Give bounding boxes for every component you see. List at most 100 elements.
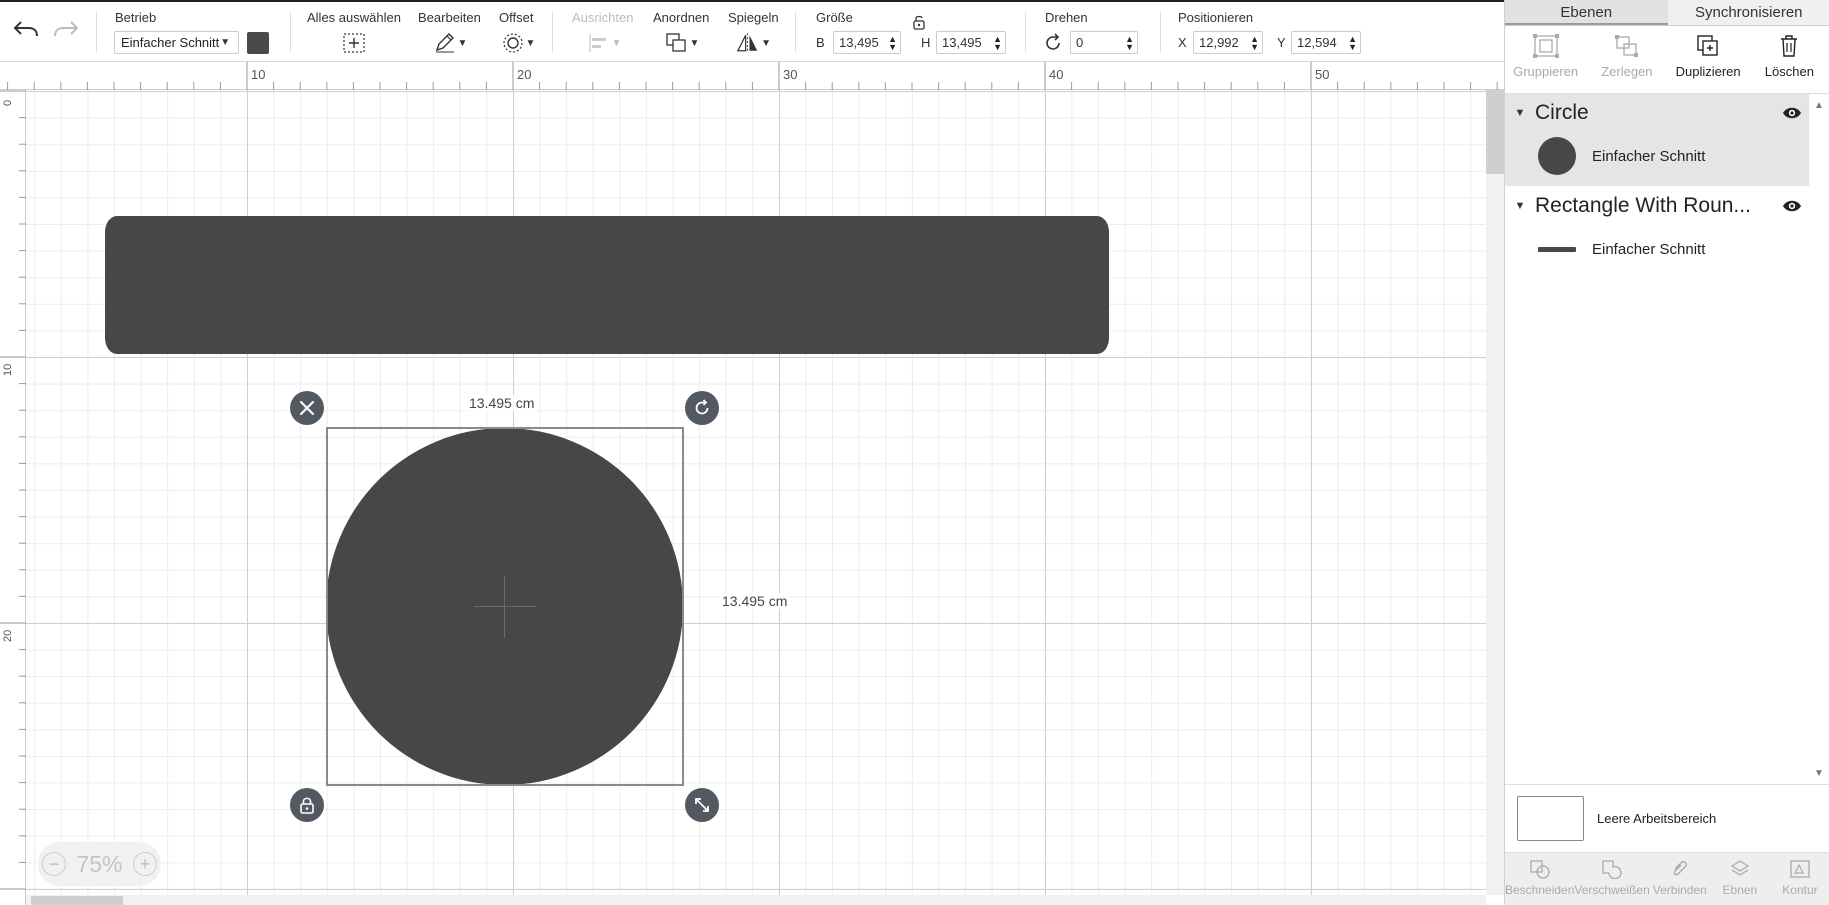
visibility-eye-icon[interactable] <box>1775 106 1809 120</box>
panel-tabs: Ebenen Synchronisieren <box>1505 0 1829 26</box>
offset-icon <box>502 33 523 53</box>
blank-canvas-label: Leere Arbeitsbereich <box>1597 811 1717 826</box>
horizontal-scrollbar[interactable] <box>26 895 1486 905</box>
flatten-icon <box>1730 860 1750 876</box>
ungroup-button[interactable]: Zerlegen <box>1586 26 1667 93</box>
tab-layers[interactable]: Ebenen <box>1505 0 1668 25</box>
color-swatch[interactable] <box>247 32 269 54</box>
size-lock-icon[interactable] <box>912 14 926 35</box>
group-icon <box>1532 34 1559 58</box>
layer-item-label: Einfacher Schnitt <box>1592 240 1706 258</box>
rotate-input[interactable]: 0 ▲ ▼ <box>1070 31 1138 54</box>
ungroup-label: Zerlegen <box>1601 64 1653 79</box>
y-stepper[interactable]: ▲ ▼ <box>1348 35 1357 52</box>
weld-button[interactable]: Verschweißen <box>1574 853 1650 905</box>
layer-header-circle[interactable]: ▼ Circle <box>1505 94 1809 132</box>
chevron-down-icon: ▼ <box>457 37 468 49</box>
flip-icon <box>736 33 758 53</box>
vertical-scrollbar[interactable] <box>1486 90 1504 895</box>
group-button[interactable]: Gruppieren <box>1505 26 1586 93</box>
ruler-top: 10 20 30 40 50 <box>0 62 1504 90</box>
contour-icon <box>1790 860 1810 878</box>
operation-value: Einfacher Schnitt <box>121 35 220 50</box>
zoom-in-button[interactable]: + <box>132 852 157 876</box>
scroll-up-icon[interactable]: ▲ <box>1814 100 1824 111</box>
tab-sync[interactable]: Synchronisieren <box>1668 0 1829 25</box>
resize-handle[interactable] <box>685 788 719 822</box>
scroll-down-icon[interactable]: ▼ <box>1814 768 1824 779</box>
chevron-down-icon: ▼ <box>525 37 536 49</box>
slice-label: Beschneiden <box>1505 883 1575 897</box>
horizontal-scroll-thumb[interactable] <box>31 896 123 905</box>
edit-button[interactable]: ▼ <box>432 30 468 56</box>
height-letter: H <box>921 35 931 50</box>
edit-pencil-icon <box>435 33 454 53</box>
layer-item-circle[interactable]: Einfacher Schnitt <box>1505 134 1809 178</box>
layer-title: Circle <box>1535 101 1589 124</box>
lock-icon <box>300 797 314 814</box>
zoom-level: 75% <box>76 850 123 877</box>
y-input[interactable]: 12,594 ▲ ▼ <box>1291 31 1361 54</box>
rounded-rectangle-shape[interactable] <box>105 216 1109 354</box>
vertical-scroll-thumb[interactable] <box>1486 90 1504 174</box>
rotate-label: Drehen <box>1045 10 1088 25</box>
x-value: 12,992 <box>1199 35 1239 50</box>
duplicate-button[interactable]: Duplizieren <box>1668 26 1749 93</box>
visibility-eye-icon[interactable] <box>1775 199 1809 213</box>
panel-scrollbar[interactable]: ▲ ▼ <box>1809 94 1829 784</box>
lock-handle[interactable] <box>290 788 324 822</box>
redo-button[interactable] <box>52 16 80 42</box>
trash-icon <box>1781 35 1798 57</box>
align-button[interactable]: ▼ <box>586 30 622 56</box>
blank-canvas-thumbnail <box>1517 796 1584 841</box>
layer-item-rectangle[interactable]: Einfacher Schnitt <box>1505 227 1809 271</box>
height-dimension-label: 13.495 cm <box>719 593 791 609</box>
layer-header-rectangle[interactable]: ▼ Rectangle With Roun... <box>1505 187 1809 225</box>
ruler-top-ticks <box>7 62 1498 90</box>
chevron-down-icon: ▼ <box>611 37 622 49</box>
layers-panel: Ebenen Synchronisieren Gruppieren Zerleg… <box>1504 0 1829 905</box>
zoom-control: − 75% + <box>38 842 161 886</box>
attach-button[interactable]: Verbinden <box>1650 853 1710 905</box>
rotate-icon <box>1043 33 1063 58</box>
x-stepper[interactable]: ▲ ▼ <box>1250 35 1259 52</box>
height-input[interactable]: 13,495 ▲ ▼ <box>936 31 1006 54</box>
select-all-icon <box>343 33 365 53</box>
panel-actions: Gruppieren Zerlegen Duplizieren Löschen <box>1505 26 1829 94</box>
collapse-triangle-icon[interactable]: ▼ <box>1505 200 1535 212</box>
rotate-icon <box>695 399 709 415</box>
slice-icon <box>1530 860 1550 879</box>
flip-button[interactable]: ▼ <box>735 30 771 56</box>
width-input[interactable]: 13,495 ▲ ▼ <box>833 31 901 54</box>
arrange-button[interactable]: ▼ <box>664 30 700 56</box>
select-all-label: Alles auswählen <box>307 10 401 25</box>
width-stepper[interactable]: ▲ ▼ <box>888 35 897 52</box>
arrange-label: Anordnen <box>653 10 710 25</box>
zoom-out-button[interactable]: − <box>42 852 66 876</box>
y-value: 12,594 <box>1297 35 1337 50</box>
offset-label: Offset <box>499 10 534 25</box>
rotate-stepper[interactable]: ▲ ▼ <box>1125 35 1134 52</box>
slice-button[interactable]: Beschneiden <box>1505 853 1574 905</box>
align-label: Ausrichten <box>572 10 634 25</box>
y-letter: Y <box>1277 35 1286 50</box>
flatten-button[interactable]: Ebnen <box>1710 853 1770 905</box>
redo-icon <box>54 21 79 37</box>
height-stepper[interactable]: ▲ ▼ <box>993 35 1002 52</box>
offset-button[interactable]: ▼ <box>500 30 536 56</box>
delete-handle[interactable] <box>290 391 324 425</box>
chevron-down-icon: ▼ <box>761 37 771 49</box>
select-all-button[interactable] <box>340 30 368 56</box>
undo-button[interactable] <box>12 16 40 42</box>
contour-button[interactable]: Kontur <box>1770 853 1829 905</box>
operation-select[interactable]: Einfacher Schnitt ▼ <box>114 31 239 54</box>
layer-item-label: Einfacher Schnitt <box>1592 147 1706 165</box>
center-crosshair <box>474 606 536 607</box>
blank-canvas-row[interactable]: Leere Arbeitsbereich <box>1505 784 1829 852</box>
delete-button[interactable]: Löschen <box>1749 26 1829 93</box>
rotate-handle[interactable] <box>685 391 719 425</box>
collapse-triangle-icon[interactable]: ▼ <box>1505 107 1535 119</box>
chevron-down-icon: ▼ <box>220 37 231 48</box>
design-canvas[interactable] <box>26 90 1486 895</box>
x-input[interactable]: 12,992 ▲ ▼ <box>1193 31 1263 54</box>
